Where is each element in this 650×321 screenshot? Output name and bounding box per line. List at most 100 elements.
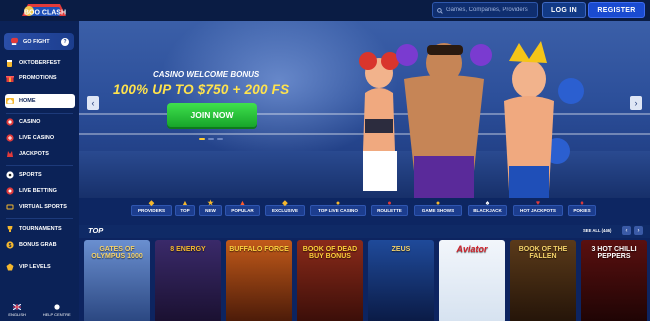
banner-next-button[interactable]: ›: [630, 96, 642, 110]
cards-icon: ♠: [485, 200, 490, 207]
hot-jackpot-icon: ♥: [535, 200, 541, 207]
carousel-dot[interactable]: [208, 138, 214, 140]
category-label: EXCLUSIVE: [271, 208, 299, 213]
fighters-illustration: [359, 41, 584, 198]
join-now-button[interactable]: JOIN NOW: [167, 103, 257, 127]
sidebar-item-label: VIP LEVELS: [19, 264, 51, 270]
sidebar-item-oktoberfest[interactable]: OKTOBERFEST: [6, 57, 60, 69]
category-bar: ◆ PROVIDERS ▲ TOP ★ NEW ▲ POPULAR ◆ EXCLUSIVE…: [79, 198, 650, 226]
category-providers[interactable]: ◆ PROVIDERS: [131, 200, 172, 216]
boxing-glove-icon: [10, 37, 19, 47]
sidebar-divider: [6, 113, 73, 114]
category-pokies[interactable]: ♦ POKIES: [568, 200, 596, 216]
go-fight-button[interactable]: GO FIGHT ?: [4, 33, 74, 50]
help-badge-icon[interactable]: ?: [61, 37, 69, 46]
sidebar-footer: ENGLISH HELP CENTRE: [0, 303, 79, 321]
login-button[interactable]: LOG IN: [542, 2, 586, 18]
sidebar-item-label: VIRTUAL SPORTS: [19, 204, 67, 210]
search-input[interactable]: [446, 7, 537, 13]
see-all-link[interactable]: SEE ALL (446): [583, 228, 611, 233]
site-logo[interactable]: BOO CLASH: [20, 1, 68, 20]
sidebar-item-live-casino[interactable]: LIVE CASINO: [6, 132, 54, 144]
gift-icon: [6, 74, 14, 82]
help-icon: [54, 304, 60, 311]
go-fight-label: GO FIGHT: [23, 38, 50, 45]
chevron-left-icon: ‹: [625, 227, 628, 234]
carousel-dot-active[interactable]: [199, 138, 205, 140]
sidebar-item-label: CASINO: [19, 119, 41, 125]
games-row: GATES OF OLYMPUS 1000 8 ENERGY BUFFALO F…: [79, 238, 650, 321]
game-tile[interactable]: BOOK OF DEAD BUY BONUS: [297, 240, 363, 321]
logo-text: BOO CLASH: [24, 10, 66, 17]
exclusive-icon: ◆: [282, 200, 288, 207]
sidebar-item-vip-levels[interactable]: VIP LEVELS: [6, 261, 51, 273]
chevron-right-icon: ›: [634, 98, 638, 108]
casino-app: BOO CLASH LOG IN REGISTER GO FIGHT ? OKT…: [0, 0, 650, 321]
carousel-dot[interactable]: [217, 138, 223, 140]
virtual-sports-icon: [6, 203, 14, 211]
promo-subtitle: CASINO WELCOME BONUS: [153, 70, 260, 79]
sidebar-item-bonus-grab[interactable]: $ BONUS GRAB: [6, 239, 57, 251]
game-title: GATES OF OLYMPUS 1000: [91, 246, 143, 260]
sidebar-divider: [6, 165, 73, 166]
language-label: ENGLISH: [8, 312, 26, 317]
search-box[interactable]: [432, 2, 538, 18]
sidebar-item-home[interactable]: HOME: [5, 94, 75, 108]
sidebar-item-promotions[interactable]: PROMOTIONS: [6, 72, 57, 84]
game-tile[interactable]: BUFFALO FORCE: [226, 240, 292, 321]
new-icon: ★: [207, 200, 214, 207]
category-top[interactable]: ▲ TOP: [175, 200, 195, 216]
sidebar-item-jackpots[interactable]: JACKPOTS: [6, 148, 49, 160]
sidebar-item-label: HOME: [19, 98, 36, 104]
top-icon: ▲: [181, 200, 189, 207]
category-label: BLACKJACK: [473, 208, 502, 213]
live-chip-icon: ●: [335, 200, 341, 207]
category-label: POPULAR: [231, 208, 254, 213]
carousel-dots: [199, 138, 223, 140]
sidebar-item-virtual-sports[interactable]: VIRTUAL SPORTS: [6, 201, 67, 213]
game-title: BUFFALO FORCE: [229, 246, 289, 253]
sidebar-item-casino[interactable]: CASINO: [6, 116, 40, 128]
category-roulette[interactable]: ● ROULETTE: [371, 200, 408, 216]
category-hot-jackpots[interactable]: ♥ HOT JACKPOTS: [513, 200, 563, 216]
category-top-live-casino[interactable]: ● TOP LIVE CASINO: [310, 200, 366, 216]
game-tile[interactable]: 3 HOT CHILLI PEPPERS: [581, 240, 647, 321]
sidebar-item-sports[interactable]: SPORTS: [6, 169, 42, 181]
game-tile[interactable]: BOOK OF THE FALLEN: [510, 240, 576, 321]
language-selector[interactable]: ENGLISH: [8, 303, 26, 321]
register-button[interactable]: REGISTER: [588, 2, 645, 18]
help-centre-link[interactable]: HELP CENTRE: [43, 304, 71, 321]
top-games-header: [79, 225, 650, 238]
game-tile[interactable]: Aviator: [439, 240, 505, 321]
category-game-shows[interactable]: ● GAME SHOWS: [414, 200, 462, 216]
sidebar-item-label: SPORTS: [19, 172, 42, 178]
game-tile[interactable]: ZEUS: [368, 240, 434, 321]
category-exclusive[interactable]: ◆ EXCLUSIVE: [265, 200, 305, 216]
jackpot-icon: [6, 150, 14, 158]
chevron-left-icon: ‹: [91, 98, 95, 108]
banner-prev-button[interactable]: ‹: [87, 96, 99, 110]
roulette-icon: ●: [387, 200, 392, 207]
svg-text:$: $: [9, 243, 12, 249]
beer-icon: [6, 59, 14, 67]
games-prev-button[interactable]: ‹: [622, 226, 631, 235]
promo-banner: CASINO WELCOME BONUS 100% UP TO $750 + 2…: [79, 21, 650, 198]
game-tile[interactable]: 8 ENERGY: [155, 240, 221, 321]
category-new[interactable]: ★ NEW: [199, 200, 222, 216]
home-icon: [6, 97, 14, 105]
sidebar-item-label: TOURNAMENTS: [19, 226, 62, 232]
pokies-icon: ♦: [580, 200, 584, 207]
game-tile[interactable]: GATES OF OLYMPUS 1000: [84, 240, 150, 321]
category-label: PROVIDERS: [137, 208, 166, 213]
category-popular[interactable]: ▲ POPULAR: [225, 200, 260, 216]
category-blackjack[interactable]: ♠ BLACKJACK: [468, 200, 507, 216]
category-label: TOP: [180, 208, 190, 213]
sidebar-item-label: LIVE CASINO: [19, 135, 55, 141]
sidebar: GO FIGHT ? OKTOBERFEST PROMOTIONS HOME C…: [0, 21, 79, 321]
sidebar-item-tournaments[interactable]: TOURNAMENTS: [6, 223, 62, 235]
sidebar-item-live-betting[interactable]: LIVE BETTING: [6, 185, 57, 197]
games-next-button[interactable]: ›: [634, 226, 643, 235]
search-icon: [437, 1, 443, 19]
game-title: Aviator: [456, 244, 488, 254]
section-title: TOP: [88, 226, 104, 235]
